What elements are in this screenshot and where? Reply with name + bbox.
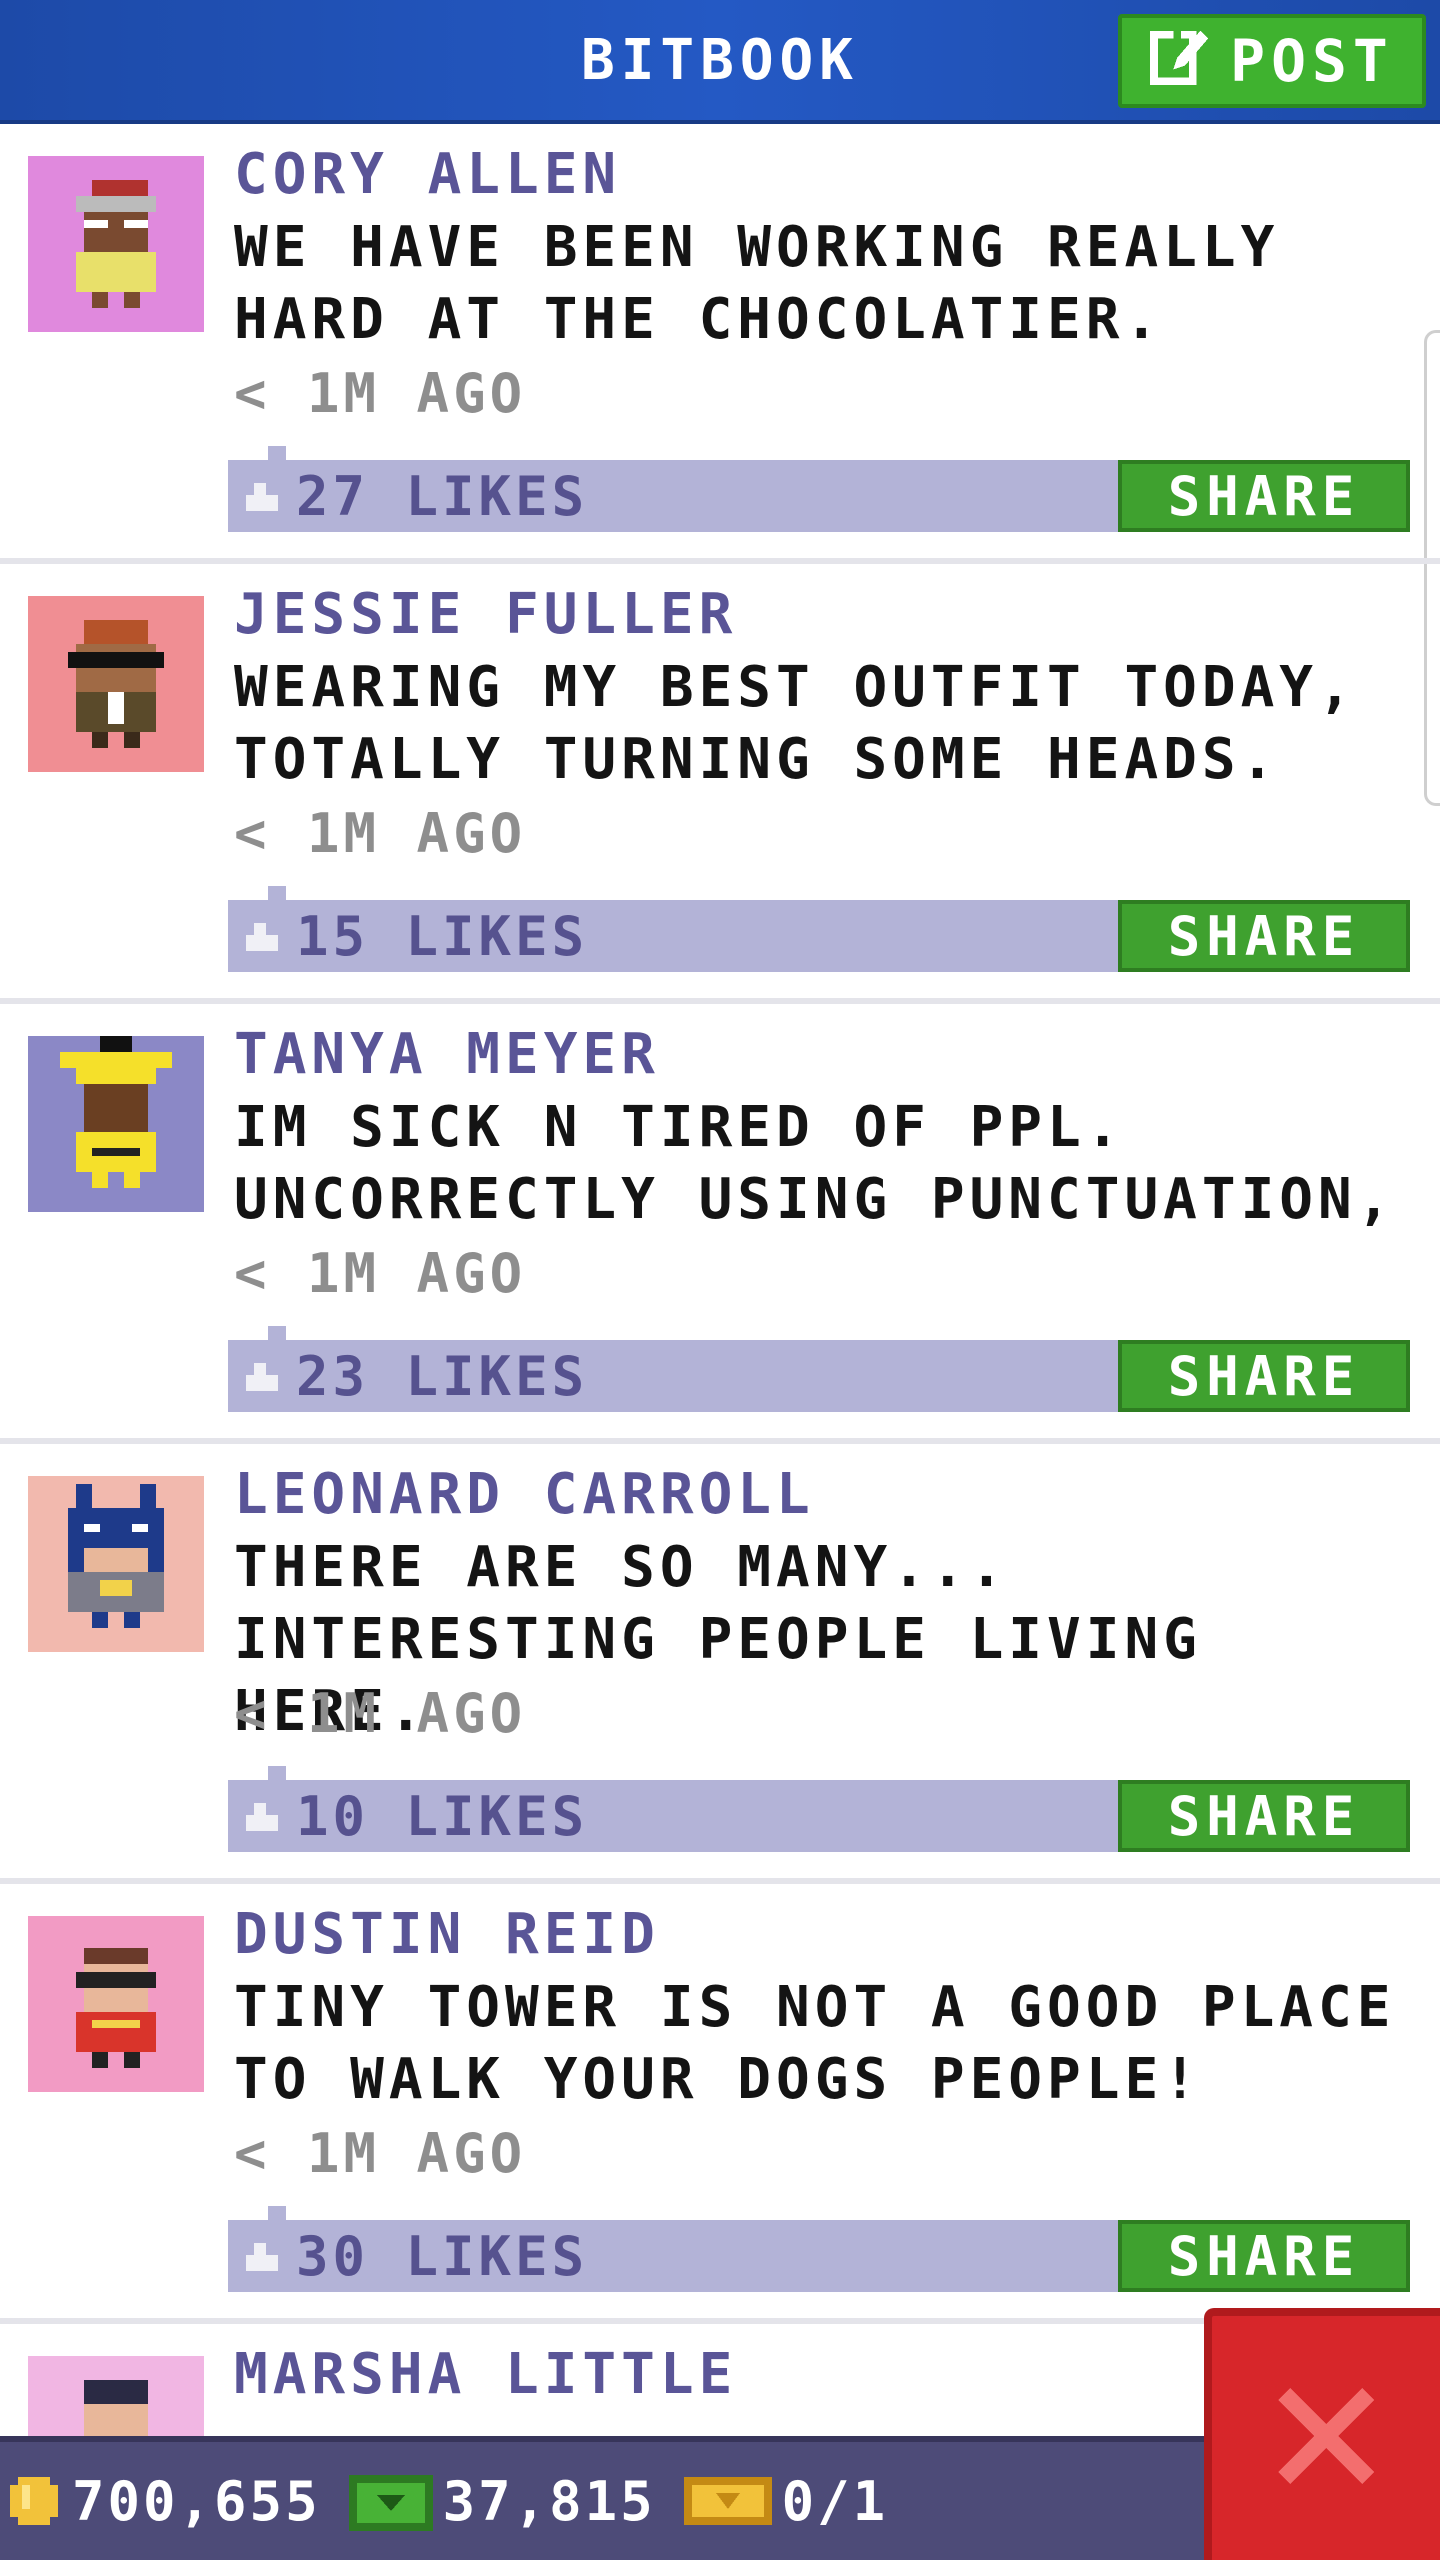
like-count: 23 LIKES [296, 1344, 589, 1408]
ticket-count: 0/1 [781, 2469, 889, 2533]
share-button[interactable]: SHARE [1118, 1340, 1410, 1412]
ticket-balance: 0/1 [683, 2469, 889, 2533]
like-count: 10 LIKES [296, 1784, 589, 1848]
close-icon [1266, 2376, 1386, 2500]
post-time: < 1M AGO [234, 362, 527, 425]
share-button[interactable]: SHARE [1118, 1780, 1410, 1852]
post-time: < 1M AGO [234, 802, 527, 865]
thumb-icon [242, 1345, 282, 1408]
thumb-icon [242, 1785, 282, 1848]
avatar[interactable] [28, 596, 204, 772]
post-author[interactable]: MARSHA LITTLE [234, 2342, 737, 2407]
avatar[interactable] [28, 1036, 204, 1212]
feed-post: CORY ALLEN WE HAVE BEEN WORKING REALLY H… [0, 124, 1440, 564]
like-button[interactable]: 10 LIKES [242, 1784, 589, 1848]
bux-icon [348, 2471, 433, 2531]
thumb-icon [242, 905, 282, 968]
share-button[interactable]: SHARE [1118, 460, 1410, 532]
coin-icon [6, 2473, 62, 2529]
like-count: 30 LIKES [296, 2224, 589, 2288]
coin-count: 700,655 [72, 2469, 321, 2533]
edit-icon [1150, 23, 1212, 99]
like-bar: 30 LIKES SHARE [228, 2206, 1410, 2292]
feed-list: CORY ALLEN WE HAVE BEEN WORKING REALLY H… [0, 124, 1440, 2532]
like-count: 27 LIKES [296, 464, 589, 528]
header-bar: BITBOOK POST [0, 0, 1440, 124]
avatar[interactable] [28, 1476, 204, 1652]
like-button[interactable]: 27 LIKES [242, 464, 589, 528]
post-message: WEARING MY BEST OUTFIT TODAY, TOTALLY TU… [234, 655, 1357, 792]
thumb-icon [242, 465, 282, 528]
avatar[interactable] [28, 156, 204, 332]
thumb-icon [242, 2225, 282, 2288]
avatar[interactable] [28, 1916, 204, 2092]
post-button[interactable]: POST [1118, 14, 1426, 108]
share-button[interactable]: SHARE [1118, 900, 1410, 972]
bux-balance: 37,815 [348, 2469, 656, 2533]
close-button[interactable] [1204, 2308, 1440, 2560]
post-message: IM SICK N TIRED OF PPL. UNCORRECTLY USIN… [234, 1095, 1396, 1232]
like-bar: 23 LIKES SHARE [228, 1326, 1410, 1412]
share-button[interactable]: SHARE [1118, 2220, 1410, 2292]
post-author[interactable]: CORY ALLEN [234, 142, 621, 207]
coin-balance: 700,655 [6, 2470, 321, 2533]
like-count: 15 LIKES [296, 904, 589, 968]
like-button[interactable]: 15 LIKES [242, 904, 589, 968]
ticket-icon [683, 2473, 772, 2529]
like-button[interactable]: 23 LIKES [242, 1344, 589, 1408]
like-bar: 10 LIKES SHARE [228, 1766, 1410, 1852]
post-author[interactable]: DUSTIN REID [234, 1902, 660, 1967]
post-time: < 1M AGO [234, 1682, 527, 1745]
post-author[interactable]: TANYA MEYER [234, 1022, 660, 1087]
feed-post: TANYA MEYER IM SICK N TIRED OF PPL. UNCO… [0, 1004, 1440, 1444]
post-button-label: POST [1230, 27, 1394, 95]
bux-count: 37,815 [442, 2469, 656, 2533]
feed-post: LEONARD CARROLL THERE ARE SO MANY... INT… [0, 1444, 1440, 1884]
like-button[interactable]: 30 LIKES [242, 2224, 589, 2288]
post-time: < 1M AGO [234, 2122, 527, 2185]
feed-post: JESSIE FULLER WEARING MY BEST OUTFIT TOD… [0, 564, 1440, 1004]
post-message: WE HAVE BEEN WORKING REALLY HARD AT THE … [234, 215, 1280, 352]
post-author[interactable]: JESSIE FULLER [234, 582, 737, 647]
feed-post: DUSTIN REID TINY TOWER IS NOT A GOOD PLA… [0, 1884, 1440, 2324]
like-bar: 15 LIKES SHARE [228, 886, 1410, 972]
post-author[interactable]: LEONARD CARROLL [234, 1462, 815, 1527]
post-time: < 1M AGO [234, 1242, 527, 1305]
post-message: TINY TOWER IS NOT A GOOD PLACE TO WALK Y… [234, 1975, 1396, 2112]
like-bar: 27 LIKES SHARE [228, 446, 1410, 532]
